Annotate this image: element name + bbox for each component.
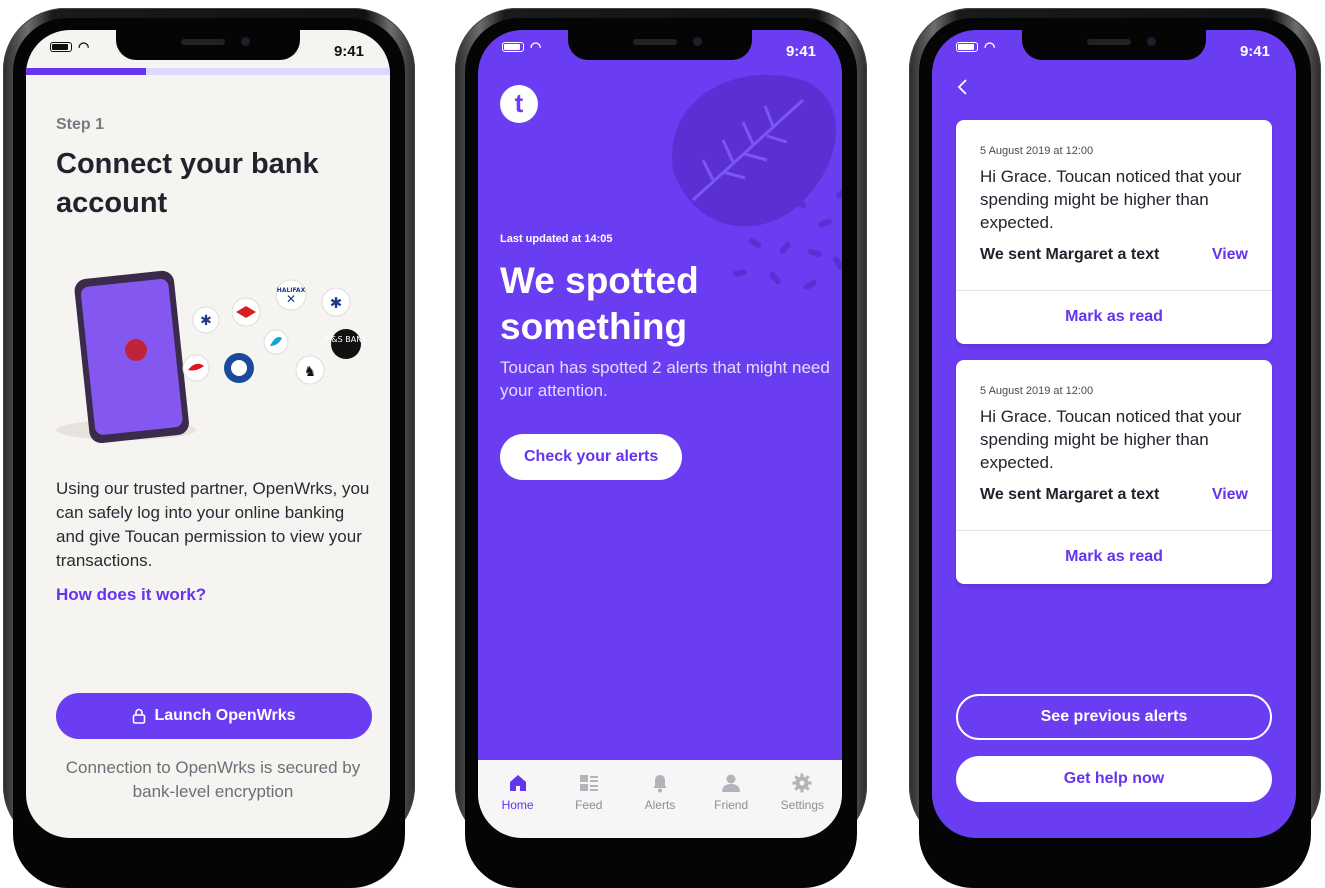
launch-openwrks-button[interactable]: Launch OpenWrks [56,693,372,739]
status-time: 9:41 [333,43,364,60]
status-time: 9:41 [785,43,816,60]
tab-bar: Home Feed Alerts Friend Settings [478,760,842,838]
wifi-icon: ◠ [530,39,542,54]
tab-label: Settings [780,798,825,812]
battery-icon [502,42,524,52]
alert-action: We sent Margaret a text [980,486,1160,503]
natwest-icon [125,339,147,361]
tab-label: Friend [714,798,749,812]
mark-as-read-button[interactable]: Mark as read [956,548,1272,566]
status-time: 9:41 [1239,43,1270,60]
connect-bank-screen: ◠ 9:41 Step 1 Connect your bank account … [26,30,390,838]
svg-text:M&S BANK: M&S BANK [325,335,366,344]
back-button[interactable] [956,78,968,102]
alert-card: 5 August 2019 at 12:00 Hi Grace. Toucan … [956,120,1272,344]
status-bar: ◠ 9:41 [478,30,842,62]
explanation-text: Using our trusted partner, OpenWrks, you… [56,479,370,570]
svg-text:✱: ✱ [330,294,343,312]
person-icon [722,774,741,792]
svg-text:♞: ♞ [304,364,317,380]
feed-icon [579,775,598,791]
alerts-screen: ◠ 9:41 5 August 2019 at 12:00 Hi Grace. … [932,30,1296,838]
phone-frame-3: ◠ 9:41 5 August 2019 at 12:00 Hi Grace. … [909,8,1321,888]
chevron-left-icon [957,79,967,95]
wifi-icon: ◠ [984,39,996,54]
home-screen: ◠ 9:41 t Last updated at 14:05 We spotte… [478,30,842,838]
tab-settings[interactable]: Settings [769,760,835,838]
last-updated-label: Last updated at 14:05 [500,233,613,245]
bell-icon [652,775,667,793]
status-bar: ◠ 9:41 [932,30,1296,62]
battery-icon [956,42,978,52]
status-bar: ◠ 9:41 [26,30,390,62]
alert-message: Hi Grace. Toucan noticed that your spend… [980,407,1242,472]
how-it-works-link[interactable]: How does it work? [56,585,206,605]
alert-action: We sent Margaret a text [980,246,1160,263]
svg-text:✕: ✕ [286,292,296,306]
tab-label: Home [501,798,534,812]
alerts-summary: Toucan has spotted 2 alerts that might n… [500,358,830,400]
tab-feed[interactable]: Feed [556,760,622,838]
mark-as-read-button[interactable]: Mark as read [956,308,1272,326]
view-link[interactable]: View [1212,486,1248,504]
view-link[interactable]: View [1212,246,1248,264]
lock-icon [133,708,146,724]
wifi-icon: ◠ [78,39,90,54]
phone-frame-2: ◠ 9:41 t Last updated at 14:05 We spotte… [455,8,867,888]
tab-home[interactable]: Home [485,760,551,838]
alert-card: 5 August 2019 at 12:00 Hi Grace. Toucan … [956,360,1272,584]
battery-icon [50,42,72,52]
alert-date: 5 August 2019 at 12:00 [980,385,1094,397]
step-label: Step 1 [56,116,105,133]
tab-label: Alerts [644,798,676,812]
alert-date: 5 August 2019 at 12:00 [980,145,1094,157]
divider [956,290,1272,291]
launch-button-label: Launch OpenWrks [154,707,296,724]
phone-frame-1: ◠ 9:41 Step 1 Connect your bank account … [3,8,415,888]
bank-connection-illustration: ✱ HALIFAX ✕ ✱ M&S BANK ♞ [56,270,366,444]
step-progress-bar [26,68,390,75]
page-title: We spotted something [500,260,699,347]
tab-alerts[interactable]: Alerts [627,760,693,838]
see-previous-alerts-button[interactable]: See previous alerts [956,694,1272,740]
divider [956,530,1272,531]
gear-icon [792,773,812,793]
svg-text:✱: ✱ [200,313,212,329]
check-alerts-button[interactable]: Check your alerts [500,434,683,480]
toucan-logo: t [500,85,538,123]
get-help-now-button[interactable]: Get help now [956,756,1272,802]
home-icon [509,775,526,791]
security-note: Connection to OpenWrks is secured by ban… [65,758,361,801]
tab-friend[interactable]: Friend [698,760,764,838]
page-title: Connect your bank account [56,148,319,219]
alert-message: Hi Grace. Toucan noticed that your spend… [980,167,1242,232]
tab-label: Feed [575,798,603,812]
